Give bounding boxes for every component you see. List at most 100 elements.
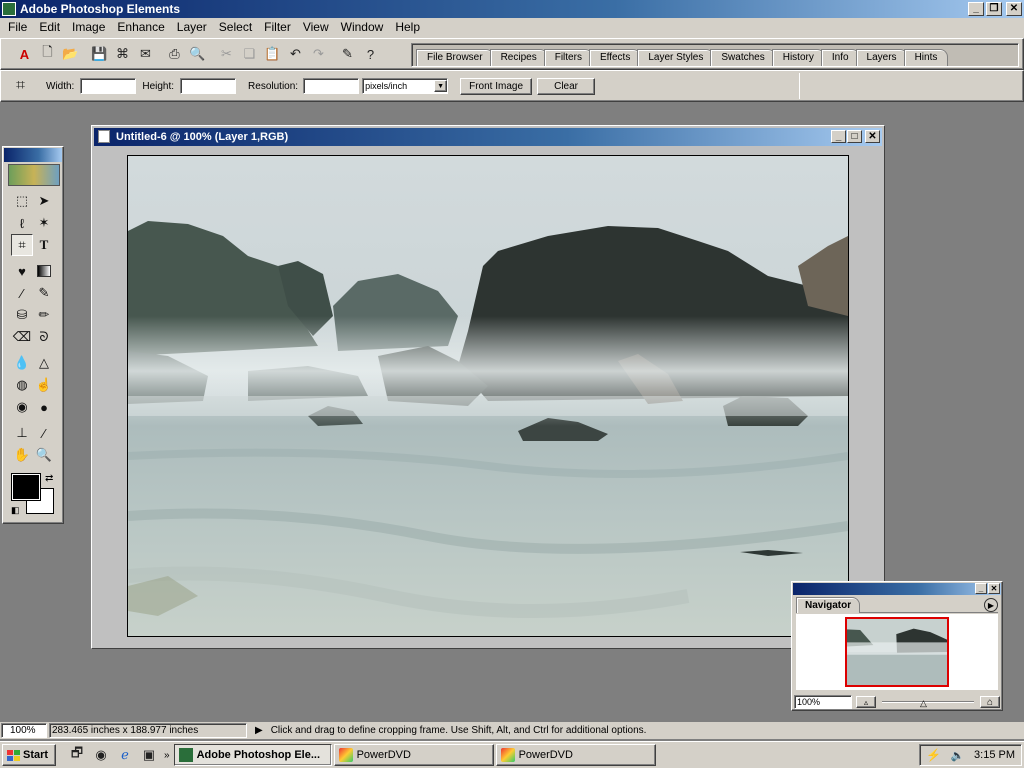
smudge-tool-icon[interactable]: ☝: [33, 374, 55, 396]
navigator-minimize-button[interactable]: _: [975, 583, 987, 594]
document-titlebar[interactable]: Untitled-6 @ 100% (Layer 1,RGB) _ □ ✕: [94, 128, 882, 146]
chevron-down-icon[interactable]: ▼: [434, 80, 448, 92]
custom-shape-icon[interactable]: ♥: [11, 260, 33, 282]
step-backward-icon[interactable]: ✎: [336, 43, 359, 65]
resolution-units-select[interactable]: pixels/inch ▼: [362, 78, 449, 94]
toolbox-titlebar[interactable]: [4, 148, 62, 162]
internet-explorer-icon[interactable]: ℯ: [114, 744, 136, 766]
app-titlebar[interactable]: Adobe Photoshop Elements _ ❐ ✕: [0, 0, 1024, 18]
tab-filters[interactable]: Filters: [543, 49, 593, 66]
redo-icon[interactable]: ↷: [307, 43, 330, 65]
menu-window[interactable]: Window: [335, 18, 390, 36]
tab-hints[interactable]: Hints: [903, 49, 949, 66]
copy-icon[interactable]: ❏: [238, 43, 261, 65]
hand-tool-icon[interactable]: ✋: [11, 444, 33, 466]
zoom-out-button[interactable]: ▵: [856, 696, 876, 708]
clear-button[interactable]: Clear: [537, 77, 596, 95]
eyedropper-tool-icon[interactable]: ⁄: [11, 282, 33, 304]
quicklaunch-photo-icon[interactable]: ▣: [138, 744, 160, 766]
paint-bucket-icon[interactable]: ⛁: [11, 304, 33, 326]
menu-view[interactable]: View: [297, 18, 335, 36]
blur-tool-icon[interactable]: 💧: [11, 352, 33, 374]
zoom-slider[interactable]: △: [880, 696, 976, 708]
print-icon[interactable]: ⎙: [163, 43, 186, 65]
zoom-slider-thumb[interactable]: △: [920, 698, 927, 709]
navigator-view-box[interactable]: [845, 617, 949, 687]
desktop-icon[interactable]: 🗗: [66, 744, 88, 766]
save-for-web-icon[interactable]: ⌘: [111, 43, 134, 65]
start-button[interactable]: Start: [2, 744, 56, 766]
front-image-button[interactable]: Front Image: [460, 77, 533, 95]
menu-image[interactable]: Image: [66, 18, 111, 36]
menu-help[interactable]: Help: [389, 18, 426, 36]
undo-icon[interactable]: ↶: [284, 43, 307, 65]
doc-minimize-button[interactable]: _: [831, 130, 846, 143]
sponge-tool-icon[interactable]: ◍: [11, 374, 33, 396]
navigator-tab[interactable]: Navigator: [796, 597, 861, 613]
save-icon[interactable]: 💾: [88, 43, 111, 65]
menu-select[interactable]: Select: [213, 18, 258, 36]
doc-close-button[interactable]: ✕: [865, 130, 880, 143]
default-colors-icon[interactable]: ◧: [11, 505, 20, 516]
doc-maximize-button[interactable]: □: [847, 130, 862, 143]
navigator-zoom-field[interactable]: 100%: [794, 695, 852, 709]
lasso-tool-icon[interactable]: ℓ: [11, 212, 33, 234]
quicklaunch-app-icon[interactable]: ◉: [90, 744, 112, 766]
brush-tool-icon[interactable]: ✎: [33, 282, 55, 304]
menu-file[interactable]: File: [2, 18, 33, 36]
palette-menu-icon[interactable]: ▶: [984, 598, 998, 612]
resolution-field[interactable]: [303, 78, 360, 94]
tab-info[interactable]: Info: [820, 49, 860, 66]
status-arrow-icon[interactable]: ▶: [255, 725, 263, 736]
task-photoshop[interactable]: Adobe Photoshop Ele...: [173, 744, 332, 766]
menu-layer[interactable]: Layer: [171, 18, 213, 36]
menu-enhance[interactable]: Enhance: [111, 18, 170, 36]
gradient-tool-icon[interactable]: [33, 260, 55, 282]
cut-icon[interactable]: ✂: [215, 43, 238, 65]
menu-edit[interactable]: Edit: [33, 18, 66, 36]
task-powerdvd-2[interactable]: PowerDVD: [495, 744, 656, 766]
minimize-button[interactable]: _: [968, 2, 984, 16]
paste-icon[interactable]: 📋: [261, 43, 284, 65]
help-icon[interactable]: ?: [359, 43, 382, 65]
task-powerdvd-1[interactable]: PowerDVD: [333, 744, 494, 766]
quicklaunch-more-icon[interactable]: »: [164, 750, 170, 761]
magic-wand-icon[interactable]: ✶: [33, 212, 55, 234]
crop-tool-icon[interactable]: ⌗: [11, 234, 33, 256]
color-sampler-icon[interactable]: ⁄: [33, 422, 55, 444]
sharpen-tool-icon[interactable]: △: [33, 352, 55, 374]
menu-filter[interactable]: Filter: [258, 18, 297, 36]
attach-email-icon[interactable]: ✉: [134, 43, 157, 65]
tray-volume-icon[interactable]: 🔈: [951, 749, 965, 762]
tray-network-icon[interactable]: ⚡: [926, 748, 941, 762]
zoom-in-button[interactable]: ⌂: [980, 696, 1000, 708]
burn-tool-icon[interactable]: ●: [33, 396, 55, 418]
eraser-tool-icon[interactable]: ⌫: [11, 326, 33, 348]
zoom-tool-icon[interactable]: 🔍: [33, 444, 55, 466]
adobe-logo-icon[interactable]: A: [13, 43, 36, 65]
tab-swatches[interactable]: Swatches: [710, 49, 776, 66]
close-button[interactable]: ✕: [1006, 2, 1022, 16]
marquee-tool-icon[interactable]: ⬚: [11, 190, 33, 212]
navigator-close-button[interactable]: ✕: [988, 583, 1000, 594]
tab-history[interactable]: History: [771, 49, 825, 66]
swap-colors-icon[interactable]: ⇄: [45, 473, 53, 484]
tab-effects[interactable]: Effects: [588, 49, 642, 66]
print-preview-icon[interactable]: 🔍: [186, 43, 209, 65]
type-tool-icon[interactable]: T: [33, 234, 55, 256]
clone-stamp-icon[interactable]: ⊥: [11, 422, 33, 444]
crop-tool-options-icon[interactable]: ⌗: [9, 75, 32, 97]
navigator-preview[interactable]: [796, 614, 998, 690]
tab-layer-styles[interactable]: Layer Styles: [637, 49, 715, 66]
status-zoom-field[interactable]: 100%: [1, 723, 47, 738]
pencil-tool-icon[interactable]: ✏: [33, 304, 55, 326]
height-field[interactable]: [180, 78, 237, 94]
red-eye-tool-icon[interactable]: ◉: [11, 396, 33, 418]
tab-file-browser[interactable]: File Browser: [416, 49, 494, 66]
restore-button[interactable]: ❐: [986, 2, 1002, 16]
navigator-titlebar[interactable]: _ ✕: [793, 583, 1001, 595]
width-field[interactable]: [80, 78, 137, 94]
canvas-image[interactable]: [127, 155, 849, 637]
tab-recipes[interactable]: Recipes: [489, 49, 548, 66]
new-file-icon[interactable]: 🗋: [36, 43, 59, 65]
